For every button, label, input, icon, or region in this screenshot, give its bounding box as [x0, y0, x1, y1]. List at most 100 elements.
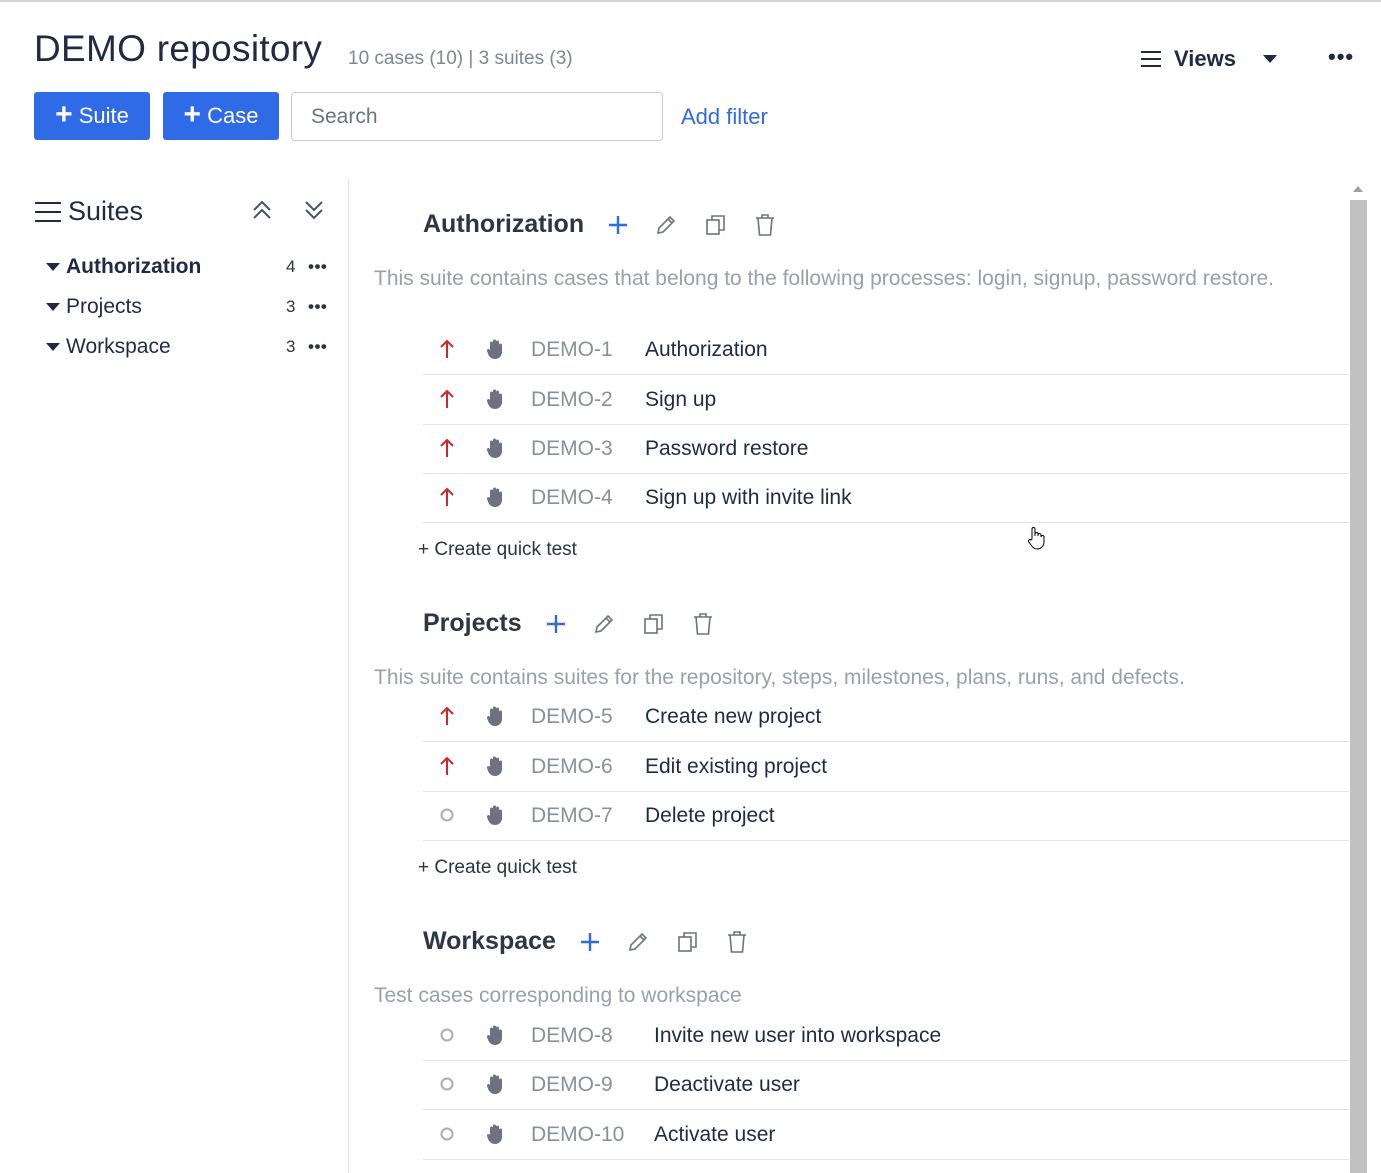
expand-all-icon[interactable] — [302, 198, 326, 222]
suite-title: Workspace — [423, 927, 556, 955]
search-input[interactable] — [291, 92, 663, 141]
case-row[interactable]: DEMO-4 Sign up with invite link — [423, 473, 1349, 523]
case-row[interactable]: DEMO-2 Sign up — [423, 375, 1349, 425]
delete-icon[interactable] — [726, 930, 748, 954]
sidebar-item-authorization[interactable]: Authorization 4 ••• — [46, 252, 336, 282]
case-id: DEMO-4 — [531, 485, 613, 509]
case-id: DEMO-6 — [531, 754, 613, 778]
add-filter-link[interactable]: Add filter — [681, 104, 768, 130]
manual-hand-icon — [486, 1074, 502, 1094]
case-id: DEMO-7 — [531, 803, 613, 827]
suite-header-workspace: Workspace — [423, 927, 748, 956]
case-id: DEMO-9 — [531, 1072, 613, 1096]
delete-icon[interactable] — [754, 213, 776, 237]
case-title[interactable]: Delete project — [645, 804, 775, 828]
add-suite-label: Suite — [78, 103, 129, 128]
case-title[interactable]: Authorization — [645, 338, 768, 362]
case-row[interactable]: DEMO-10 Activate user — [423, 1110, 1349, 1160]
case-title[interactable]: Sign up — [645, 388, 716, 412]
clone-icon[interactable] — [676, 930, 700, 954]
caret-down-icon — [1262, 55, 1277, 63]
top-border — [0, 0, 1381, 4]
plus-icon: + — [55, 97, 73, 131]
create-quick-test-link[interactable]: + Create quick test — [418, 857, 577, 879]
suite-title: Projects — [423, 609, 522, 637]
priority-high-icon — [440, 339, 454, 358]
hand-cursor-icon — [1027, 527, 1045, 550]
priority-high-icon — [440, 706, 454, 725]
suite-header-authorization: Authorization — [423, 210, 776, 239]
list-icon — [1141, 51, 1161, 67]
edit-icon[interactable] — [592, 612, 616, 636]
priority-high-icon — [440, 487, 454, 506]
case-title[interactable]: Activate user — [654, 1123, 775, 1147]
create-quick-test-link[interactable]: + Create quick test — [418, 539, 577, 561]
scroll-up-arrow[interactable] — [1353, 186, 1363, 192]
suites-header: Suites — [34, 196, 143, 227]
case-title[interactable]: Deactivate user — [654, 1073, 800, 1097]
add-case-icon[interactable] — [580, 932, 600, 952]
case-row[interactable]: DEMO-3 Password restore — [423, 424, 1349, 474]
collapse-all-icon[interactable] — [250, 198, 274, 222]
priority-high-icon — [440, 438, 454, 457]
suite-description: This suite contains cases that belong to… — [374, 267, 1274, 290]
manual-hand-icon — [486, 339, 502, 359]
delete-icon[interactable] — [692, 612, 714, 636]
priority-none-icon — [440, 1127, 454, 1141]
sidebar-divider — [348, 178, 349, 1173]
hamburger-icon — [35, 201, 61, 222]
manual-hand-icon — [486, 756, 502, 776]
case-row[interactable]: DEMO-9 Deactivate user — [423, 1060, 1349, 1110]
scrollbar[interactable] — [1350, 200, 1367, 1173]
case-id: DEMO-3 — [531, 436, 613, 460]
suite-description: This suite contains suites for the repos… — [374, 666, 1185, 689]
caret-down-icon — [46, 263, 60, 271]
case-title[interactable]: Edit existing project — [645, 755, 827, 779]
case-id: DEMO-5 — [531, 704, 613, 728]
edit-icon[interactable] — [654, 213, 678, 237]
views-dropdown[interactable]: Views — [1140, 46, 1278, 72]
add-suite-button[interactable]: + Suite — [34, 92, 150, 140]
suite-header-projects: Projects — [423, 609, 714, 638]
sidebar-item-projects[interactable]: Projects 3 ••• — [46, 292, 336, 322]
manual-hand-icon — [486, 706, 502, 726]
suite-menu-button[interactable]: ••• — [308, 257, 327, 277]
priority-none-icon — [440, 808, 454, 822]
case-title[interactable]: Invite new user into workspace — [654, 1024, 941, 1048]
manual-hand-icon — [486, 389, 502, 409]
views-label: Views — [1174, 46, 1236, 71]
manual-hand-icon — [486, 438, 502, 458]
repository-stats: 10 cases (10) | 3 suites (3) — [348, 48, 573, 69]
case-id: DEMO-8 — [531, 1023, 613, 1047]
case-count: 3 — [286, 337, 296, 356]
plus-icon: + — [183, 97, 202, 131]
priority-high-icon — [440, 389, 454, 408]
sidebar-item-label: Projects — [66, 295, 142, 318]
suite-menu-button[interactable]: ••• — [308, 337, 327, 357]
case-id: DEMO-1 — [531, 337, 613, 361]
caret-down-icon — [46, 303, 60, 311]
priority-none-icon — [440, 1077, 454, 1091]
sidebar-item-label: Workspace — [66, 335, 171, 358]
case-title[interactable]: Create new project — [645, 705, 821, 729]
suite-menu-button[interactable]: ••• — [308, 297, 327, 317]
case-row[interactable]: DEMO-6 Edit existing project — [423, 742, 1349, 792]
case-title[interactable]: Sign up with invite link — [645, 486, 852, 510]
case-id: DEMO-2 — [531, 387, 613, 411]
more-options-button[interactable]: ••• — [1328, 44, 1354, 70]
sidebar-item-workspace[interactable]: Workspace 3 ••• — [46, 332, 336, 362]
case-row[interactable]: DEMO-1 Authorization — [423, 325, 1349, 375]
caret-down-icon — [46, 343, 60, 351]
add-case-button[interactable]: + Case — [163, 92, 279, 140]
clone-icon[interactable] — [704, 213, 728, 237]
edit-icon[interactable] — [626, 930, 650, 954]
suite-title: Authorization — [423, 210, 585, 238]
add-case-label: Case — [207, 103, 259, 128]
clone-icon[interactable] — [642, 612, 666, 636]
add-case-icon[interactable] — [608, 215, 628, 235]
case-row[interactable]: DEMO-8 Invite new user into workspace — [423, 1011, 1349, 1061]
case-title[interactable]: Password restore — [645, 437, 808, 461]
case-row[interactable]: DEMO-7 Delete project — [423, 791, 1349, 841]
case-row[interactable]: DEMO-5 Create new project — [423, 692, 1349, 742]
add-case-icon[interactable] — [546, 614, 566, 634]
